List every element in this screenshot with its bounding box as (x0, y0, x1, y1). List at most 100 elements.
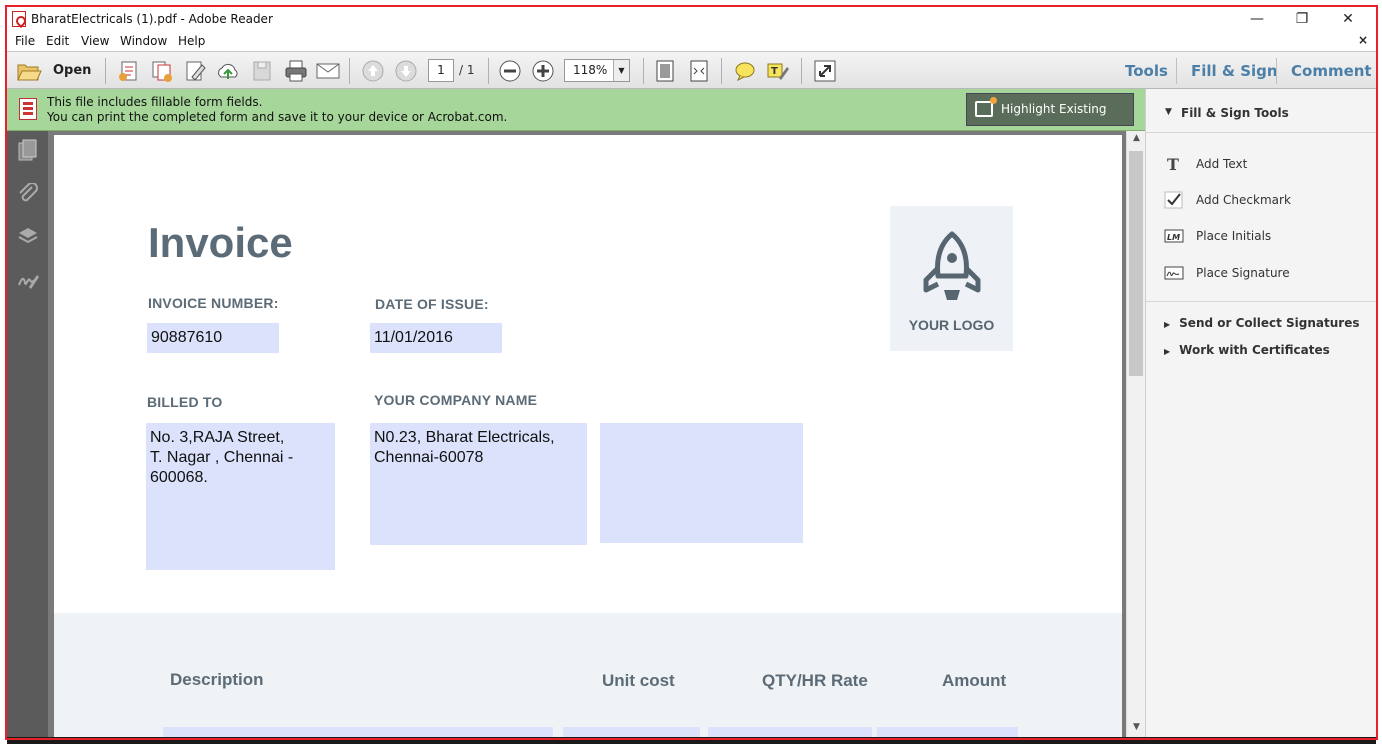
main-toolbar: Open 1 / 1 118% ▼ T Tools Fill & Sign Co… (7, 51, 1376, 89)
email-icon[interactable] (315, 59, 341, 83)
work-with-certificates-section[interactable]: ▶ Work with Certificates (1164, 343, 1330, 357)
initials-icon: LM (1164, 229, 1184, 243)
attachments-icon[interactable] (17, 183, 39, 205)
window-title: BharatElectricals (1).pdf - Adobe Reader (31, 12, 273, 26)
tab-tools[interactable]: Tools (1125, 62, 1168, 80)
scroll-up-icon[interactable]: ▲ (1127, 133, 1146, 143)
invoice-number-label: INVOICE NUMBER: (148, 295, 279, 311)
document-view[interactable]: Invoice INVOICE NUMBER: 90887610 DATE OF… (48, 131, 1126, 740)
page-thumbnails-icon[interactable] (17, 139, 39, 161)
layers-icon[interactable] (17, 225, 39, 247)
restore-button[interactable]: ❐ (1280, 9, 1324, 29)
tab-comment[interactable]: Comment (1291, 62, 1372, 80)
highlight-text-icon[interactable]: T (765, 59, 791, 83)
logo-placeholder: YOUR LOGO (890, 206, 1013, 351)
date-of-issue-label: DATE OF ISSUE: (375, 296, 489, 312)
send-collect-signatures-section[interactable]: ▶ Send or Collect Signatures (1164, 316, 1360, 330)
upload-cloud-icon[interactable] (215, 59, 241, 83)
notification-line-2: You can print the completed form and sav… (47, 110, 508, 124)
add-text-tool[interactable]: T Add Text (1162, 154, 1362, 176)
collapse-triangle-icon: ▼ (1165, 107, 1172, 117)
next-page-icon[interactable] (394, 59, 418, 83)
zoom-level-value: 118% (573, 63, 608, 77)
signatures-icon[interactable] (17, 269, 39, 291)
menu-edit[interactable]: Edit (46, 34, 69, 48)
add-checkmark-tool[interactable]: Add Checkmark (1162, 190, 1362, 212)
date-of-issue-field[interactable]: 11/01/2016 (370, 323, 502, 353)
toolbar-separator (643, 58, 644, 84)
menu-help[interactable]: Help (178, 34, 205, 48)
column-description: Description (170, 670, 264, 689)
pdf-app-icon (12, 11, 26, 27)
column-amount: Amount (942, 671, 1007, 690)
fill-and-sign-panel: ▼ Fill & Sign Tools T Add Text Add Check… (1145, 89, 1377, 740)
svg-text:T: T (1167, 155, 1179, 173)
title-bar: BharatElectricals (1).pdf - Adobe Reader… (7, 7, 1376, 31)
combine-files-icon[interactable] (150, 59, 174, 83)
full-screen-icon[interactable] (813, 59, 837, 83)
checkmark-icon (1164, 191, 1183, 209)
document-scrollbar[interactable]: ▲ ▼ (1126, 131, 1145, 740)
company-extra-field[interactable] (600, 423, 803, 543)
create-pdf-icon[interactable] (117, 59, 141, 83)
open-button-label[interactable]: Open (53, 63, 91, 78)
open-folder-icon[interactable] (16, 59, 42, 83)
taskbar-edge (7, 737, 1376, 744)
tab-separator (1276, 58, 1277, 84)
send-collect-signatures-label: Send or Collect Signatures (1179, 316, 1360, 330)
sticky-note-icon[interactable] (733, 59, 757, 83)
company-name-label: YOUR COMPANY NAME (374, 392, 538, 408)
place-signature-tool[interactable]: Place Signature (1162, 263, 1362, 285)
zoom-out-icon[interactable] (498, 59, 522, 83)
text-tool-icon: T (1167, 155, 1179, 173)
billed-to-label: BILLED TO (147, 394, 223, 410)
invoice-title: Invoice (148, 219, 293, 266)
fit-width-icon[interactable] (687, 59, 711, 83)
scroll-down-icon[interactable]: ▼ (1127, 722, 1146, 732)
place-initials-tool[interactable]: LM Place Initials (1162, 226, 1362, 248)
toolbar-separator (349, 58, 350, 84)
signature-icon (1164, 266, 1184, 280)
svg-text:T: T (771, 66, 778, 77)
form-notification-bar: This file includes fillable form fields.… (7, 89, 1145, 147)
edit-pdf-icon[interactable] (183, 59, 207, 83)
form-document-icon (19, 98, 37, 120)
highlight-fields-icon (975, 97, 997, 117)
fit-page-icon[interactable] (653, 59, 677, 83)
tab-separator (1176, 58, 1177, 84)
add-text-label: Add Text (1196, 157, 1248, 171)
highlight-existing-fields-button[interactable]: Highlight Existing Fields (966, 93, 1134, 147)
pdf-page: Invoice INVOICE NUMBER: 90887610 DATE OF… (54, 135, 1122, 740)
expand-triangle-icon: ▶ (1164, 347, 1171, 356)
tab-fill-and-sign[interactable]: Fill & Sign (1191, 62, 1278, 80)
toolbar-separator (721, 58, 722, 84)
toolbar-separator (488, 58, 489, 84)
menu-file[interactable]: File (15, 34, 35, 48)
close-window-button[interactable]: ✕ (1326, 9, 1370, 29)
svg-text:LM: LM (1167, 233, 1180, 242)
menu-view[interactable]: View (81, 34, 109, 48)
chevron-down-icon[interactable]: ▼ (613, 60, 629, 81)
close-document-icon[interactable]: × (1358, 33, 1368, 47)
panel-divider (1146, 301, 1377, 302)
page-number-input[interactable]: 1 (428, 59, 454, 82)
menu-bar: File Edit View Window Help × (7, 31, 1376, 51)
zoom-in-icon[interactable] (531, 59, 555, 83)
billed-to-field[interactable]: No. 3,RAJA Street, T. Nagar , Chennai - … (146, 423, 335, 570)
menu-window[interactable]: Window (120, 34, 167, 48)
company-address-field[interactable]: N0.23, Bharat Electricals, Chennai-60078 (370, 423, 587, 545)
invoice-number-field[interactable]: 90887610 (147, 323, 279, 353)
minimize-button[interactable]: — (1235, 9, 1279, 29)
save-icon[interactable] (250, 59, 274, 83)
fill-sign-tools-title: Fill & Sign Tools (1181, 106, 1289, 120)
previous-page-icon[interactable] (361, 59, 385, 83)
toolbar-separator (801, 58, 802, 84)
zoom-level-select[interactable]: 118% ▼ (564, 59, 630, 82)
column-unit-cost: Unit cost (602, 671, 675, 690)
logo-text: YOUR LOGO (908, 317, 995, 333)
print-icon[interactable] (283, 59, 309, 83)
scroll-thumb[interactable] (1129, 151, 1143, 376)
fill-sign-tools-header[interactable]: ▼ Fill & Sign Tools (1146, 89, 1377, 133)
place-initials-label: Place Initials (1196, 229, 1272, 243)
page-total: / 1 (459, 63, 475, 77)
